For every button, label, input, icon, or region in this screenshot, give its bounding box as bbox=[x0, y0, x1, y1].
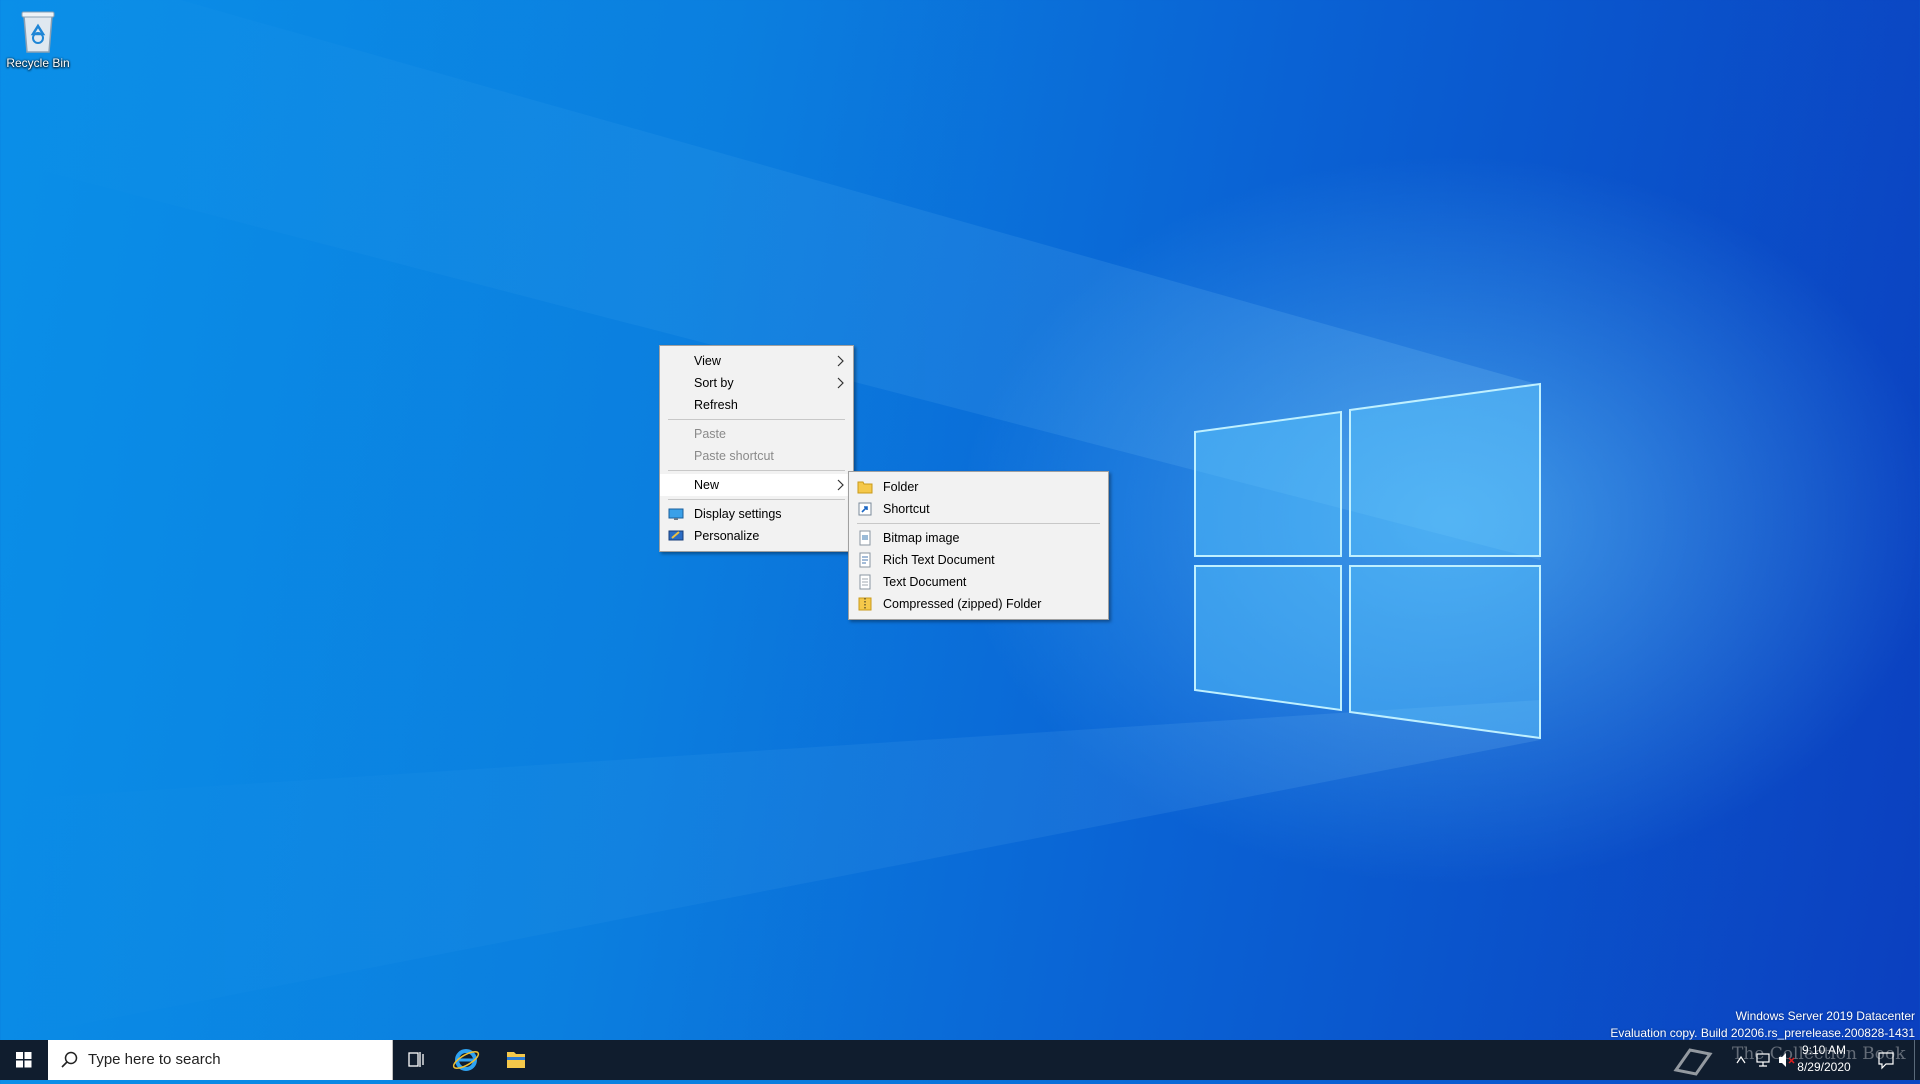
menu-item-label: Paste bbox=[694, 427, 726, 441]
new-item-compressed-folder[interactable]: Compressed (zipped) Folder bbox=[849, 593, 1108, 615]
search-placeholder: Type here to search bbox=[88, 1051, 221, 1068]
clock-date: 8/29/2020 bbox=[1797, 1060, 1851, 1074]
menu-item-label: Refresh bbox=[694, 398, 738, 412]
network-icon[interactable] bbox=[1754, 1040, 1772, 1080]
menu-separator bbox=[668, 499, 845, 500]
zip-folder-icon bbox=[858, 597, 872, 611]
menu-item-paste: Paste bbox=[660, 423, 853, 445]
bitmap-image-icon bbox=[859, 530, 871, 546]
menu-separator bbox=[668, 470, 845, 471]
folder-icon bbox=[857, 481, 873, 494]
recycle-bin-desktop-icon[interactable]: Recycle Bin bbox=[4, 6, 72, 70]
recycle-bin-icon bbox=[16, 6, 60, 54]
menu-item-label: Compressed (zipped) Folder bbox=[883, 597, 1042, 611]
display-settings-icon bbox=[668, 508, 684, 520]
menu-item-label: Sort by bbox=[694, 376, 734, 390]
evaluation-watermark: Windows Server 2019 Datacenter Evaluatio… bbox=[1610, 1008, 1915, 1042]
menu-item-label: Text Document bbox=[883, 575, 967, 589]
menu-item-label: Rich Text Document bbox=[883, 553, 995, 567]
windows-start-icon bbox=[16, 1052, 32, 1068]
internet-explorer-icon bbox=[452, 1049, 480, 1071]
recycle-bin-label: Recycle Bin bbox=[6, 56, 70, 70]
new-item-bitmap-image[interactable]: Bitmap image bbox=[849, 527, 1108, 549]
internet-explorer-button[interactable] bbox=[442, 1040, 490, 1080]
taskbar-search-box[interactable]: Type here to search bbox=[48, 1040, 393, 1080]
menu-item-view[interactable]: View bbox=[660, 350, 853, 372]
desktop-context-menu: View Sort by Refresh Paste Paste shortcu… bbox=[659, 345, 854, 552]
menu-item-paste-shortcut: Paste shortcut bbox=[660, 445, 853, 467]
menu-item-label: Personalize bbox=[694, 529, 760, 543]
chevron-right-icon bbox=[837, 479, 844, 491]
new-submenu: Folder Shortcut Bitmap image Rich Text D… bbox=[848, 471, 1109, 620]
show-desktop-button[interactable] bbox=[1914, 1040, 1920, 1080]
start-button[interactable] bbox=[0, 1040, 48, 1080]
file-explorer-button[interactable] bbox=[492, 1040, 540, 1080]
menu-item-label: Paste shortcut bbox=[694, 449, 774, 463]
menu-separator bbox=[668, 419, 845, 420]
menu-item-label: View bbox=[694, 354, 721, 368]
task-view-button[interactable] bbox=[392, 1040, 440, 1080]
menu-item-refresh[interactable]: Refresh bbox=[660, 394, 853, 416]
taskbar: Type here to search The Collection Book bbox=[0, 1040, 1920, 1080]
text-document-icon bbox=[859, 574, 871, 590]
file-explorer-icon bbox=[507, 1052, 525, 1068]
rich-text-document-icon bbox=[859, 552, 871, 568]
menu-item-sort-by[interactable]: Sort by bbox=[660, 372, 853, 394]
menu-item-display-settings[interactable]: Display settings bbox=[660, 503, 853, 525]
book-logo-icon bbox=[1673, 1048, 1713, 1076]
chevron-right-icon bbox=[837, 377, 844, 389]
show-hidden-icons-icon[interactable] bbox=[1734, 1040, 1748, 1080]
chevron-right-icon bbox=[837, 355, 844, 367]
personalize-icon bbox=[668, 530, 684, 541]
menu-item-label: Folder bbox=[883, 480, 919, 494]
taskbar-clock[interactable]: 9:10 AM 8/29/2020 bbox=[1784, 1042, 1864, 1076]
menu-item-label: Shortcut bbox=[883, 502, 930, 516]
new-item-folder[interactable]: Folder bbox=[849, 476, 1108, 498]
windows-logo bbox=[1194, 382, 1541, 740]
menu-separator bbox=[857, 523, 1100, 524]
menu-item-label: Display settings bbox=[694, 507, 782, 521]
menu-item-label: New bbox=[694, 478, 720, 492]
action-center-icon[interactable] bbox=[1876, 1040, 1896, 1080]
new-item-shortcut[interactable]: Shortcut bbox=[849, 498, 1108, 520]
new-item-rich-text-document[interactable]: Rich Text Document bbox=[849, 549, 1108, 571]
menu-item-label: Bitmap image bbox=[883, 531, 960, 545]
clock-time: 9:10 AM bbox=[1801, 1043, 1847, 1057]
menu-item-new[interactable]: New bbox=[660, 474, 853, 496]
new-item-text-document[interactable]: Text Document bbox=[849, 571, 1108, 593]
menu-item-personalize[interactable]: Personalize bbox=[660, 525, 853, 547]
watermark-edition: Windows Server 2019 Datacenter bbox=[1735, 1009, 1915, 1023]
task-view-icon bbox=[408, 1052, 424, 1067]
search-icon bbox=[61, 1051, 78, 1068]
shortcut-icon bbox=[858, 502, 872, 516]
